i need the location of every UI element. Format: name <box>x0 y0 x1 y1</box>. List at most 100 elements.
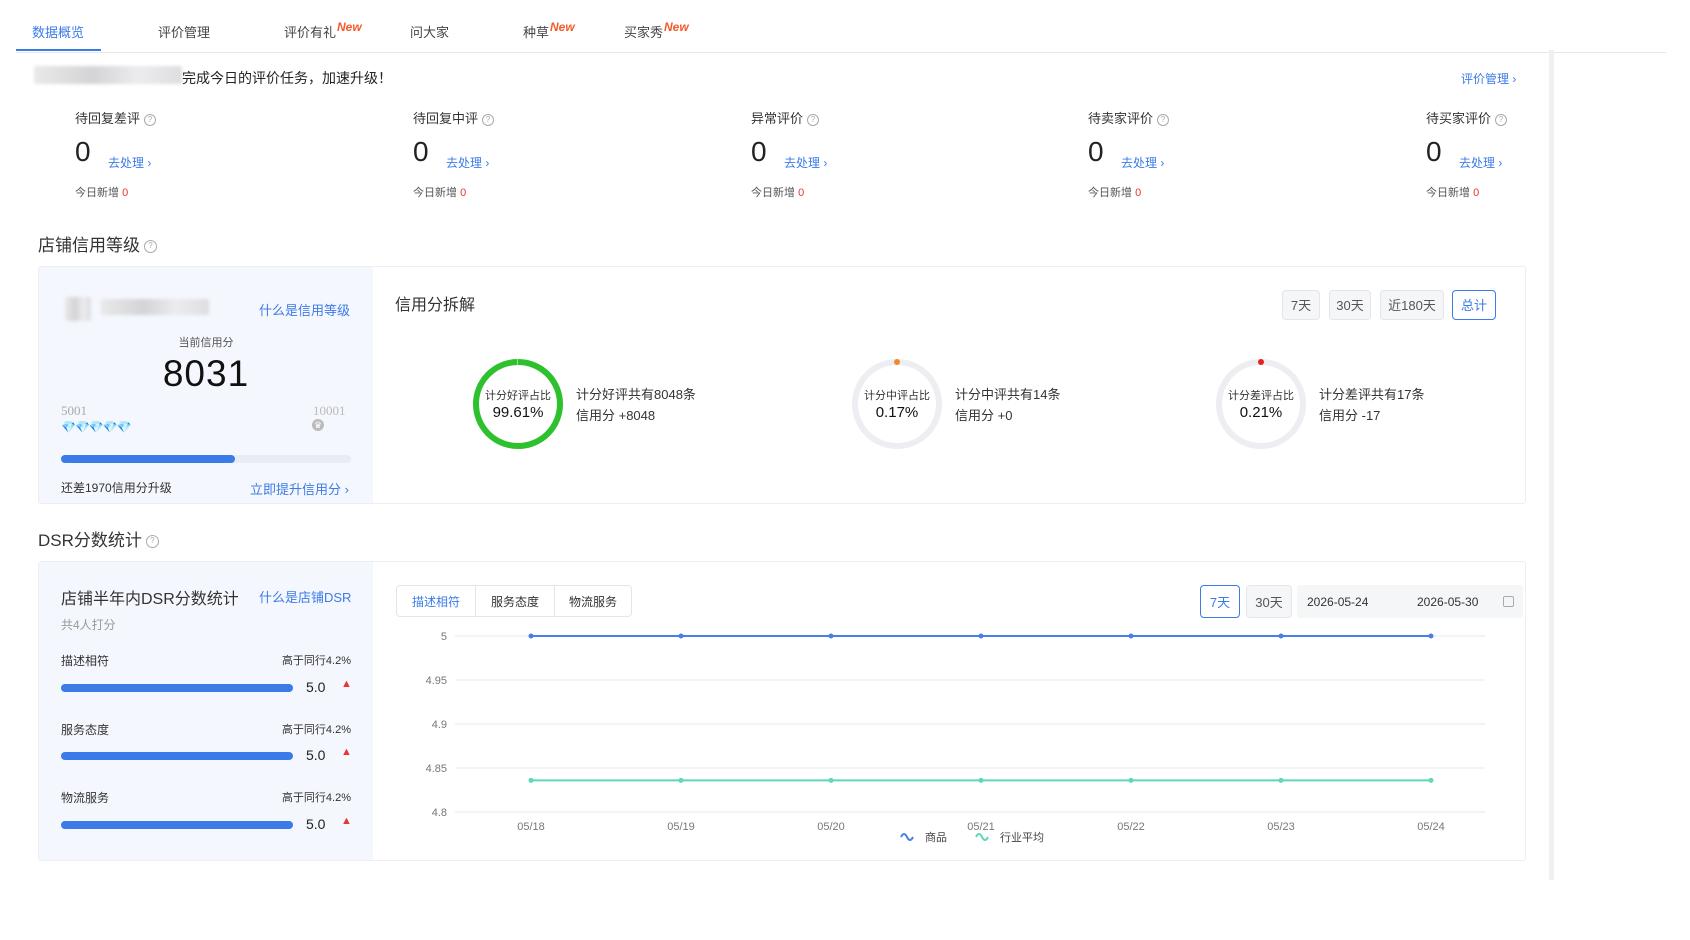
stat-handle-link[interactable]: 去处理 › <box>108 154 151 171</box>
stat-handle-link[interactable]: 去处理 › <box>1459 154 1502 171</box>
dsr-line-chart: 5 4.95 4.9 4.85 4.8 05/18 05/19 05/20 05/21 05/22… <box>426 631 1485 844</box>
help-icon[interactable]: ? <box>1495 113 1508 126</box>
help-icon[interactable]: ? <box>145 535 159 549</box>
calendar-icon[interactable] <box>1503 596 1514 607</box>
dsr-item-label: 描述相符 <box>61 654 110 668</box>
good-review-count: 计分好评共有8048条 <box>576 387 696 402</box>
stat-new-value: 0 <box>798 187 805 199</box>
stat-new-value: 0 <box>1473 187 1480 199</box>
ring-label: 计分差评占比 <box>1228 390 1294 402</box>
period-30d-button[interactable]: 30天 <box>1329 290 1371 320</box>
stat-value: 0 <box>751 136 767 167</box>
top-tabs: 数据概览 评价管理 评价有礼New 问大家 种草New 买家秀New <box>16 0 1666 53</box>
stat-handle-link[interactable]: 去处理 › <box>784 154 827 171</box>
dsr-item-compare: 高于同行4.2% <box>281 724 351 736</box>
y-tick-label: 4.85 <box>426 763 447 775</box>
stat-handle-link[interactable]: 去处理 › <box>446 154 489 171</box>
tab-label: 评价有礼 <box>284 25 337 40</box>
stat-new-label: 今日新增 <box>1088 187 1132 199</box>
dsr-period-7d-button[interactable]: 7天 <box>1200 585 1240 618</box>
credit-progress-fill <box>61 455 235 463</box>
date-range-picker[interactable]: 2026-05-24 2026-05-30 <box>1297 585 1523 618</box>
dsr-item-compare: 高于同行4.2% <box>281 655 351 667</box>
segment-logistics[interactable]: 物流服务 <box>555 586 631 618</box>
tab-data-overview[interactable]: 数据概览 <box>32 22 84 41</box>
blurred-shop-name <box>34 66 182 84</box>
period-180d-button[interactable]: 近180天 <box>1380 290 1444 320</box>
ring-label: 计分中评占比 <box>864 390 930 402</box>
help-icon[interactable]: ? <box>482 113 495 126</box>
x-tick-label: 05/24 <box>1417 821 1445 833</box>
stat-new-label: 今日新增 <box>75 187 119 199</box>
tab-review-gift[interactable]: 评价有礼New <box>284 20 362 41</box>
date-end[interactable]: 2026-05-30 <box>1417 595 1478 609</box>
dsr-summary-panel: 店铺半年内DSR分数统计 什么是店铺DSR 共4人打分 描述相符 高于同行4.2… <box>39 562 373 860</box>
banner-text: 完成今日的评价任务，加速升级！ <box>182 70 392 86</box>
stat-new-value: 0 <box>122 187 129 199</box>
stat-new-value: 0 <box>1135 187 1142 199</box>
stat-value: 0 <box>75 136 91 167</box>
x-tick-label: 05/20 <box>817 821 845 833</box>
what-is-credit-link[interactable]: 什么是信用等级 <box>259 300 350 319</box>
range-low: 5001 <box>61 403 87 418</box>
boost-credit-link[interactable]: 立即提升信用分 › <box>250 479 349 498</box>
data-point <box>1278 633 1284 639</box>
tab-review-management[interactable]: 评价管理 <box>158 22 210 41</box>
stat-handle-link[interactable]: 去处理 › <box>1121 154 1164 171</box>
negative-review-count: 计分差评共有17条 <box>1319 387 1425 402</box>
credit-card: 什么是信用等级 当前信用分 8031 5001 10001 💎💎💎💎💎 ♛ 还差… <box>38 266 1526 504</box>
date-start[interactable]: 2026-05-24 <box>1307 595 1368 609</box>
dsr-bar-fill <box>61 684 293 692</box>
trend-up-icon: ▲ <box>341 746 352 758</box>
dsr-period-30d-button[interactable]: 30天 <box>1246 585 1292 618</box>
current-credit-label: 当前信用分 <box>178 337 234 349</box>
x-tick-label: 05/22 <box>1117 821 1145 833</box>
scrollbar-track[interactable] <box>1549 50 1554 880</box>
legend-label: 行业平均 <box>1000 831 1044 844</box>
legend-icon <box>900 833 914 841</box>
stat-label: 异常评价 <box>751 111 804 126</box>
stat-label: 待买家评价 <box>1426 111 1492 126</box>
stat-pending-seller-review: 待卖家评价? 0 去处理 › 今日新增 0 <box>1088 108 1288 208</box>
review-management-link[interactable]: 评价管理 › <box>1461 70 1516 87</box>
negative-review-ring: 计分差评占比 0.21% <box>1215 358 1307 450</box>
credit-score: 8031 <box>162 353 250 394</box>
stat-value: 0 <box>1426 136 1442 167</box>
stat-pending-buyer-review: 待买家评价? 0 去处理 › 今日新增 0 <box>1426 108 1546 208</box>
tab-label: 种草 <box>523 25 550 40</box>
help-icon[interactable]: ? <box>144 240 157 254</box>
legend-icon <box>975 833 989 841</box>
help-icon[interactable]: ? <box>1157 113 1170 126</box>
dsr-item-score: 5.0 <box>306 747 326 763</box>
tab-ask-everyone[interactable]: 问大家 <box>410 22 449 41</box>
tab-label: 评价管理 <box>158 25 211 40</box>
period-7d-button[interactable]: 7天 <box>1282 290 1320 320</box>
period-total-button[interactable]: 总计 <box>1452 290 1496 320</box>
trend-up-icon: ▲ <box>341 678 352 690</box>
blurred-shop-name <box>101 299 209 315</box>
dsr-card: 店铺半年内DSR分数统计 什么是店铺DSR 共4人打分 描述相符 高于同行4.2… <box>38 561 1526 861</box>
tab-label: 买家秀 <box>624 25 664 40</box>
negative-review-score: 信用分 -17 <box>1319 408 1381 423</box>
tab-buyer-show[interactable]: 买家秀New <box>624 20 689 41</box>
stat-pending-negative: 待回复差评? 0 去处理 › 今日新增 0 <box>75 108 275 208</box>
diamond-icons: 💎💎💎💎💎 <box>61 420 132 434</box>
help-icon[interactable]: ? <box>807 113 820 126</box>
x-tick-label: 05/18 <box>517 821 545 833</box>
what-is-dsr-link[interactable]: 什么是店铺DSR <box>259 587 351 606</box>
data-point <box>1278 777 1284 783</box>
stat-new-value: 0 <box>460 187 467 199</box>
shop-avatar <box>65 297 91 321</box>
trend-up-icon: ▲ <box>341 815 352 827</box>
data-point <box>828 633 834 639</box>
tab-label: 数据概览 <box>32 25 85 40</box>
segment-description-match[interactable]: 描述相符 <box>397 586 475 618</box>
new-badge: New <box>664 20 689 34</box>
dsr-metric-segmented: 描述相符 服务态度 物流服务 <box>396 585 632 617</box>
tab-seeding[interactable]: 种草New <box>523 20 575 41</box>
help-icon[interactable]: ? <box>144 113 157 126</box>
active-tab-indicator <box>16 49 101 51</box>
stat-new-label: 今日新增 <box>751 187 795 199</box>
segment-service-attitude[interactable]: 服务态度 <box>476 586 554 618</box>
stat-new-label: 今日新增 <box>413 187 457 199</box>
